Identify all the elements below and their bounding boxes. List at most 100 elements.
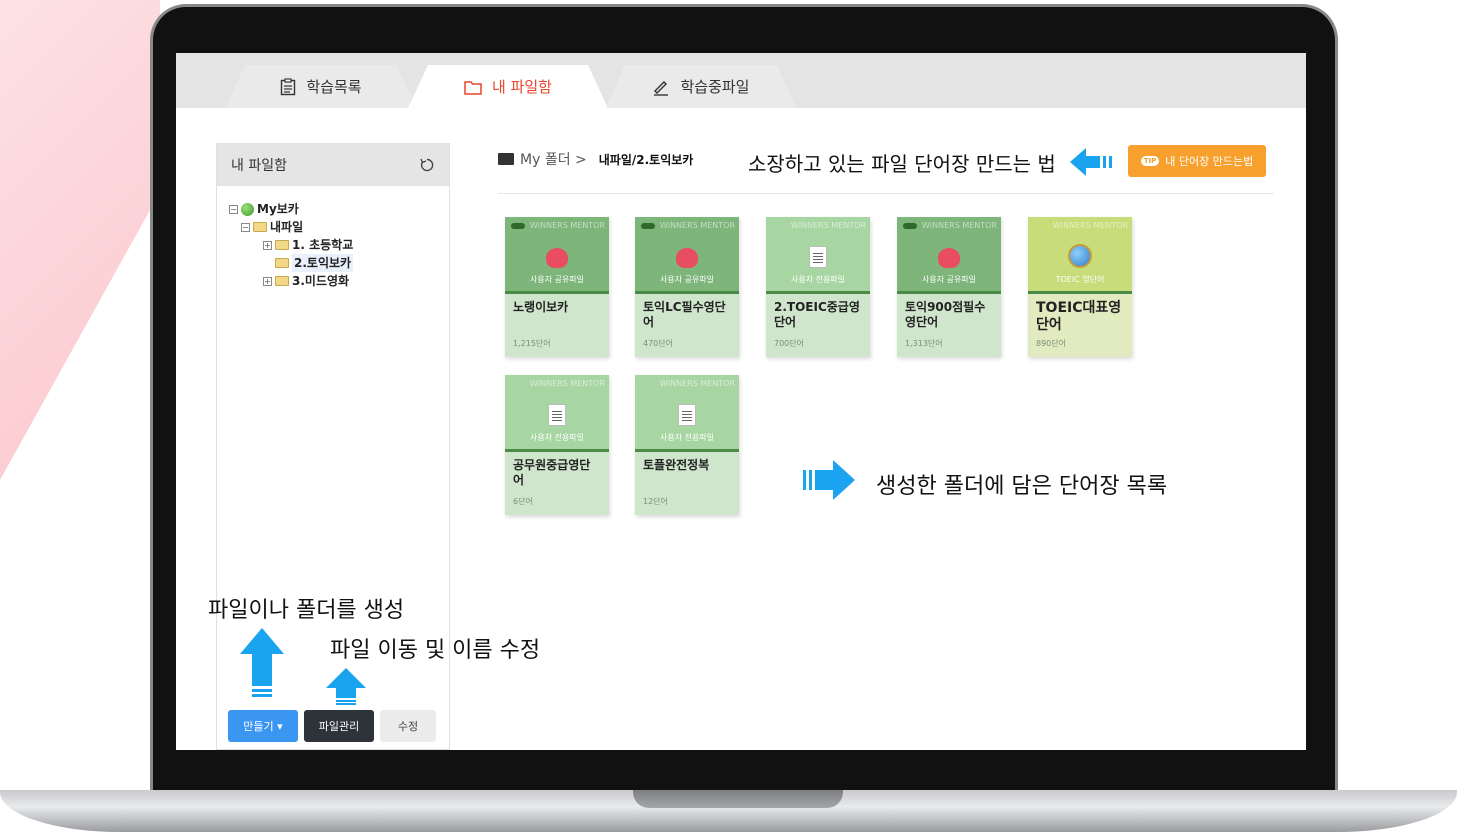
folder-icon: [253, 222, 267, 232]
card-subtitle: 사용자 전용파일: [659, 433, 715, 442]
card-word-count: 1,313단어: [905, 339, 943, 348]
card-watermark: WINNERS MENTOR: [1052, 221, 1128, 230]
tab-bar: 학습목록 내 파일함 학습중파일: [176, 53, 1306, 108]
arrow-up-icon: [240, 628, 284, 697]
card-subtitle: 사용자 전용파일: [529, 433, 585, 442]
card-header: WINNERS MENTOR 사용자 전용파일: [505, 375, 609, 449]
tree-root[interactable]: − My보카: [229, 200, 449, 218]
globe-icon: [1068, 244, 1092, 268]
tip-badge: TIP: [1140, 156, 1160, 166]
tab-in-progress[interactable]: 학습중파일: [606, 65, 796, 108]
card-word-count: 470단어: [643, 339, 673, 348]
card-header: WINNERS MENTOR 사용자 전용파일: [766, 217, 870, 291]
expand-icon[interactable]: +: [263, 276, 272, 286]
public-badge: [903, 223, 917, 229]
card-word-count: 890단어: [1036, 339, 1066, 348]
card-header: WINNERS MENTOR 사용자 전용파일: [635, 375, 739, 449]
tree-item-label: 3.미드영화: [292, 274, 350, 288]
edit-button[interactable]: 수정: [380, 710, 436, 742]
pencil-icon: [654, 80, 669, 96]
tree-item-label: 2.토익보카: [292, 254, 354, 272]
card-title: 토익LC필수영단어: [643, 300, 726, 329]
heart-icon: [546, 248, 568, 268]
tree-node-label: 내파일: [270, 220, 304, 234]
card-header: WINNERS MENTOR TOEIC 영단어: [1028, 217, 1132, 291]
annotation-create: 파일이나 폴더를 생성: [208, 598, 405, 623]
globe-icon: [241, 202, 254, 216]
tab-label: 학습중파일: [680, 78, 750, 96]
card-word-count: 700단어: [774, 339, 804, 348]
card-header: WINNERS MENTOR 사용자 공유파일: [635, 217, 739, 291]
card-title: 토플완전정복: [643, 458, 710, 472]
heart-icon: [938, 248, 960, 268]
card-header: WINNERS MENTOR 사용자 공유파일: [897, 217, 1001, 291]
tree-node-myfile[interactable]: − 내파일: [229, 218, 449, 236]
clipboard-icon: [281, 77, 296, 95]
card-subtitle: 사용자 공유파일: [659, 275, 715, 284]
card-subtitle: 사용자 공유파일: [529, 275, 585, 284]
document-icon: [548, 404, 566, 426]
stage: 학습목록 내 파일함 학습중파일 내 파일함 − My보카 − 내파일 + 1.…: [0, 0, 1457, 832]
heart-icon: [676, 248, 698, 268]
card-word-count: 1,215단어: [513, 339, 551, 348]
card-title: TOEIC대표영단어: [1036, 300, 1122, 333]
public-badge: [641, 223, 655, 229]
sidebar-title: 내 파일함: [231, 158, 287, 174]
vocab-card[interactable]: WINNERS MENTOR 사용자 공유파일토익900점필수영단어 1,313단어: [897, 217, 1001, 357]
tab-label: 학습목록: [306, 78, 362, 96]
card-watermark: WINNERS MENTOR: [659, 221, 735, 230]
sidebar-header: 내 파일함: [217, 144, 449, 186]
laptop-notch: [633, 790, 843, 808]
folder-icon: [275, 258, 289, 268]
expand-icon[interactable]: +: [263, 240, 272, 250]
card-subtitle: 사용자 전용파일: [790, 275, 846, 284]
document-icon: [678, 404, 696, 426]
annotation-manage: 파일 이동 및 이름 수정: [330, 638, 541, 663]
file-manage-button[interactable]: 파일관리: [304, 710, 374, 742]
card-watermark: WINNERS MENTOR: [790, 221, 866, 230]
refresh-icon[interactable]: [419, 157, 435, 173]
public-badge: [511, 223, 525, 229]
divider: [498, 193, 1274, 194]
document-icon: [809, 246, 827, 268]
vocab-card[interactable]: WINNERS MENTOR 사용자 공유파일 노랭이보카 1,215단어: [505, 217, 609, 357]
folder-icon: [275, 276, 289, 286]
card-word-count: 12단어: [643, 497, 668, 506]
card-word-count: 6단어: [513, 497, 533, 506]
how-to-make-button[interactable]: TIP 내 단어장 만드는법: [1128, 145, 1266, 177]
card-title: 2.TOEIC중급영단어: [774, 300, 860, 329]
tab-label: 내 파일함: [492, 78, 552, 96]
card-title: 공무원중급영단어: [513, 458, 591, 487]
card-subtitle: 사용자 공유파일: [921, 275, 977, 284]
tab-study-list[interactable]: 학습목록: [226, 65, 416, 108]
arrow-right-icon: [803, 460, 855, 500]
folder-icon: [498, 153, 514, 165]
sidebar-buttons: 만들기 ▾ 파일관리 수정: [228, 710, 436, 742]
folder-icon: [275, 240, 289, 250]
collapse-icon[interactable]: −: [241, 222, 250, 232]
annotation-top: 소장하고 있는 파일 단어장 만드는 법: [748, 152, 1056, 176]
annotation-middle: 생성한 폴더에 담은 단어장 목록: [876, 474, 1168, 499]
breadcrumb-root[interactable]: My 폴더 >: [520, 149, 587, 169]
arrow-up-icon: [326, 668, 366, 705]
card-watermark: WINNERS MENTOR: [659, 379, 735, 388]
collapse-icon[interactable]: −: [229, 204, 238, 214]
folder-tree: − My보카 − 내파일 + 1. 초등학교 2.토익보카 + 3.미드영화: [217, 186, 449, 290]
card-subtitle: TOEIC 영단어: [1055, 275, 1105, 284]
tree-item-label: 1. 초등학교: [292, 238, 354, 252]
card-watermark: WINNERS MENTOR: [921, 221, 997, 230]
vocab-card[interactable]: WINNERS MENTOR 사용자 전용파일토플완전정복 12단어: [635, 375, 739, 515]
vocab-card[interactable]: WINNERS MENTOR 사용자 전용파일 2.TOEIC중급영단어 700단어: [766, 217, 870, 357]
arrow-left-icon: [1070, 148, 1112, 176]
tree-item[interactable]: + 3.미드영화: [229, 272, 449, 290]
tree-item[interactable]: + 1. 초등학교: [229, 236, 449, 254]
vocab-card[interactable]: WINNERS MENTOR 사용자 공유파일토익LC필수영단어 470단어: [635, 217, 739, 357]
card-title: 토익900점필수영단어: [905, 300, 986, 329]
make-button[interactable]: 만들기 ▾: [228, 710, 298, 742]
vocab-card[interactable]: WINNERS MENTOR TOEIC 영단어 TOEIC대표영단어 890단어: [1028, 217, 1132, 357]
card-header: WINNERS MENTOR 사용자 공유파일: [505, 217, 609, 291]
tip-label: 내 단어장 만드는법: [1165, 155, 1254, 168]
tab-my-files[interactable]: 내 파일함: [408, 65, 608, 108]
tree-item-selected[interactable]: 2.토익보카: [229, 254, 449, 272]
vocab-card[interactable]: WINNERS MENTOR 사용자 전용파일공무원중급영단어 6단어: [505, 375, 609, 515]
